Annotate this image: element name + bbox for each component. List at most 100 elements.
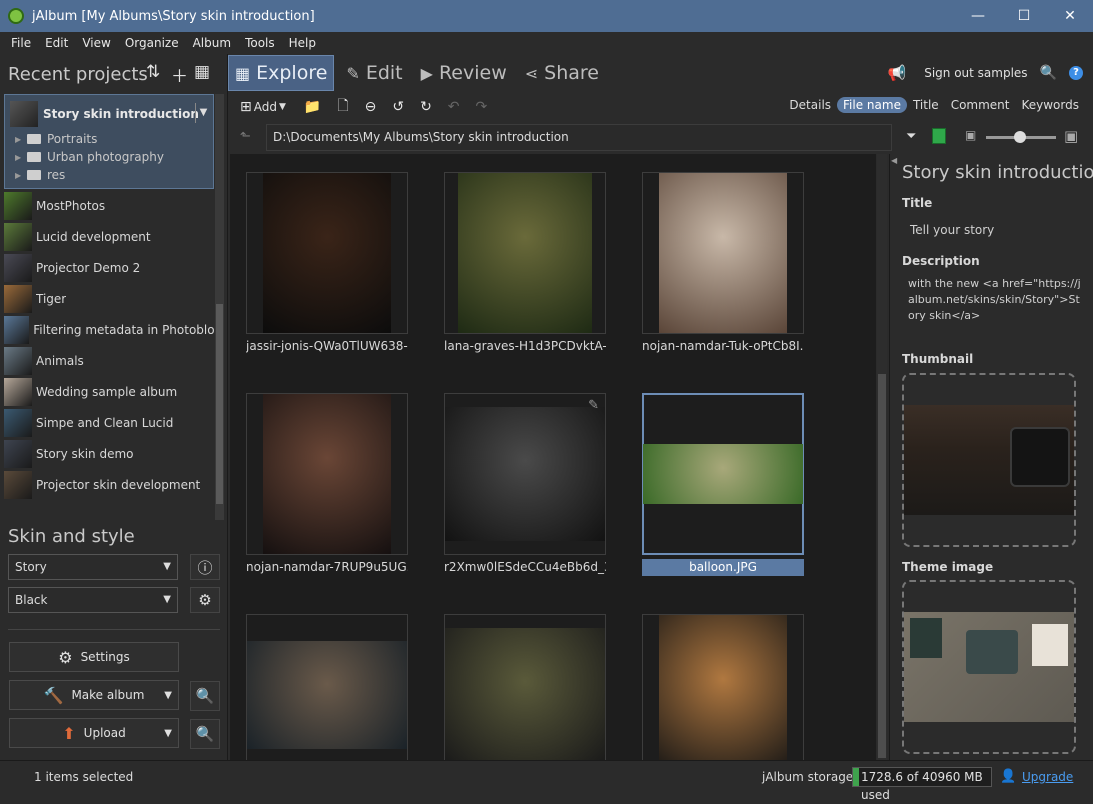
thumbnail-frame[interactable] — [444, 172, 606, 334]
rotate-left-icon[interactable]: ↺ — [392, 99, 404, 115]
style-settings-button[interactable]: ⚙ — [190, 587, 220, 613]
project-item[interactable]: Filtering metadata in Photoblog... — [4, 314, 214, 345]
close-button[interactable]: ✕ — [1047, 0, 1093, 32]
thumbnail-frame[interactable] — [246, 393, 408, 555]
new-page-icon[interactable]: 🗋 — [337, 95, 348, 119]
back-arrow-icon[interactable]: ⬑ — [240, 129, 251, 144]
project-item[interactable]: Projector Demo 2 — [4, 252, 214, 283]
settings-button[interactable]: ⚙ Settings — [9, 642, 179, 672]
folder-item[interactable]: ▶ res — [15, 168, 65, 182]
project-item[interactable]: MostPhotos — [4, 190, 214, 221]
thumbnail-cell[interactable]: ✎ r2Xmw0lESdeCCu4eBb6d_33... — [444, 393, 606, 576]
project-item[interactable]: Story skin demo — [4, 438, 214, 469]
project-item[interactable]: Lucid development — [4, 221, 214, 252]
undo-icon[interactable]: ↶ — [448, 99, 460, 115]
scrollbar-thumb[interactable] — [216, 304, 223, 504]
add-project-icon[interactable]: ＋ — [171, 62, 188, 87]
slider-knob[interactable] — [1014, 131, 1026, 143]
project-item[interactable]: Projector skin development — [4, 469, 214, 500]
sort-file-name[interactable]: File name — [837, 97, 907, 113]
folder-item[interactable]: ▶ Portraits — [15, 132, 97, 146]
scrollbar-thumb[interactable] — [878, 374, 886, 758]
menu-edit[interactable]: Edit — [38, 36, 75, 50]
upload-button[interactable]: ⬆ Upload ▼ — [9, 718, 179, 748]
menu-tools[interactable]: Tools — [238, 36, 282, 50]
thumbnail-cell[interactable] — [444, 614, 606, 760]
chevron-down-icon[interactable]: ▼ — [164, 728, 172, 739]
chevron-down-icon[interactable]: ▼ — [164, 690, 172, 701]
small-thumb-icon[interactable]: ▣ — [965, 128, 976, 142]
project-list-scrollbar[interactable] — [215, 94, 224, 520]
style-select[interactable]: Black ▼ — [8, 587, 178, 613]
view-online-button[interactable]: 🔍 — [190, 719, 220, 749]
rotate-right-icon[interactable]: ↻ — [420, 99, 432, 115]
include-icon[interactable] — [932, 128, 946, 144]
selected-project[interactable]: Story skin introduction ▼ ▶ Portraits ▶ Ur… — [4, 94, 214, 189]
thumbnail-cell[interactable] — [246, 614, 408, 760]
sort-keywords[interactable]: Keywords — [1015, 97, 1085, 113]
make-album-button[interactable]: 🔨 Make album ▼ — [9, 680, 179, 710]
thumbnail-frame[interactable] — [246, 614, 408, 760]
thumbnail-frame[interactable] — [642, 172, 804, 334]
thumbnail-frame[interactable] — [642, 614, 804, 760]
maximize-button[interactable]: ☐ — [1001, 0, 1047, 32]
add-icon[interactable]: ⊞ — [240, 99, 252, 115]
filter-icon[interactable]: ⏷ — [906, 129, 916, 144]
thumbnail-frame[interactable]: ✎ — [444, 393, 606, 555]
grid-view-icon[interactable]: ▦ — [194, 62, 210, 82]
skin-select[interactable]: Story ▼ — [8, 554, 178, 580]
tab-share[interactable]: ⋖ Share — [519, 55, 605, 91]
search-icon[interactable]: 🔍 — [1040, 65, 1057, 81]
project-item[interactable]: Tiger — [4, 283, 214, 314]
thumbnail-size-slider[interactable] — [986, 131, 1056, 143]
tab-explore[interactable]: ▦ Explore — [228, 55, 335, 91]
tab-edit[interactable]: ✎ Edit — [340, 55, 408, 91]
remove-icon[interactable]: ⊖ — [365, 99, 377, 115]
thumbnail-frame[interactable] — [642, 393, 804, 555]
menu-help[interactable]: Help — [282, 36, 323, 50]
thumbnail-frame[interactable] — [444, 614, 606, 760]
help-icon[interactable]: ? — [1069, 66, 1083, 80]
title-value[interactable]: Tell your story — [910, 223, 994, 237]
path-field[interactable]: D:\Documents\My Albums\Story skin introd… — [266, 124, 892, 151]
thumbnail-cell[interactable]: nojan-namdar-Tuk-oPtCb8I... — [642, 172, 804, 355]
thumbnail-cell[interactable]: lana-graves-H1d3PCDvktA-... — [444, 172, 606, 355]
project-item[interactable]: Simpe and Clean Lucid — [4, 407, 214, 438]
thumbnail-cell[interactable] — [642, 614, 804, 760]
sign-out-link[interactable]: Sign out samples — [924, 66, 1027, 80]
folder-item[interactable]: ▶ Urban photography — [15, 150, 164, 164]
upgrade-link[interactable]: Upgrade — [1022, 770, 1073, 784]
collapse-arrow-icon[interactable]: ◀ — [891, 156, 897, 165]
menu-view[interactable]: View — [75, 36, 117, 50]
chevron-down-icon[interactable]: ▼ — [279, 102, 286, 112]
theme-image-dropzone[interactable] — [902, 580, 1076, 754]
minimize-button[interactable]: — — [955, 0, 1001, 32]
tab-review[interactable]: ▶ Review — [415, 55, 513, 91]
project-item[interactable]: Wedding sample album — [4, 376, 214, 407]
skin-info-button[interactable]: ⓘ — [190, 554, 220, 580]
sort-icon[interactable]: ⇅ — [146, 62, 160, 82]
thumbnail-cell[interactable]: jassir-jonis-QWa0TlUW638-u... — [246, 172, 408, 355]
menu-album[interactable]: Album — [186, 36, 238, 50]
expand-icon[interactable]: ▶ — [15, 171, 27, 180]
menu-organize[interactable]: Organize — [118, 36, 186, 50]
add-button-label[interactable]: Add — [254, 100, 277, 114]
expand-icon[interactable]: ▶ — [15, 135, 27, 144]
thumbnail-cell[interactable]: nojan-namdar-7RUP9u5UG... — [246, 393, 408, 576]
preview-button[interactable]: 🔍 — [190, 681, 220, 711]
expand-icon[interactable]: ▶ — [15, 153, 27, 162]
sort-title[interactable]: Title — [907, 97, 945, 113]
menu-file[interactable]: File — [4, 36, 38, 50]
new-folder-icon[interactable]: 📁 — [304, 99, 321, 115]
sort-comment[interactable]: Comment — [945, 97, 1016, 113]
redo-icon[interactable]: ↷ — [476, 99, 488, 115]
thumbnail-frame[interactable] — [246, 172, 408, 334]
thumbnail-dropzone[interactable] — [902, 373, 1076, 547]
account-icon[interactable]: 👤 — [1000, 769, 1016, 784]
project-item[interactable]: Animals — [4, 345, 214, 376]
thumbnail-cell[interactable]: balloon.JPG — [642, 393, 804, 576]
megaphone-icon[interactable]: 📢 — [888, 64, 907, 82]
large-thumb-icon[interactable]: ▣ — [1064, 127, 1078, 145]
grid-scrollbar[interactable] — [877, 154, 887, 760]
description-value[interactable]: with the new <a href="https://jalbum.net… — [908, 276, 1086, 324]
